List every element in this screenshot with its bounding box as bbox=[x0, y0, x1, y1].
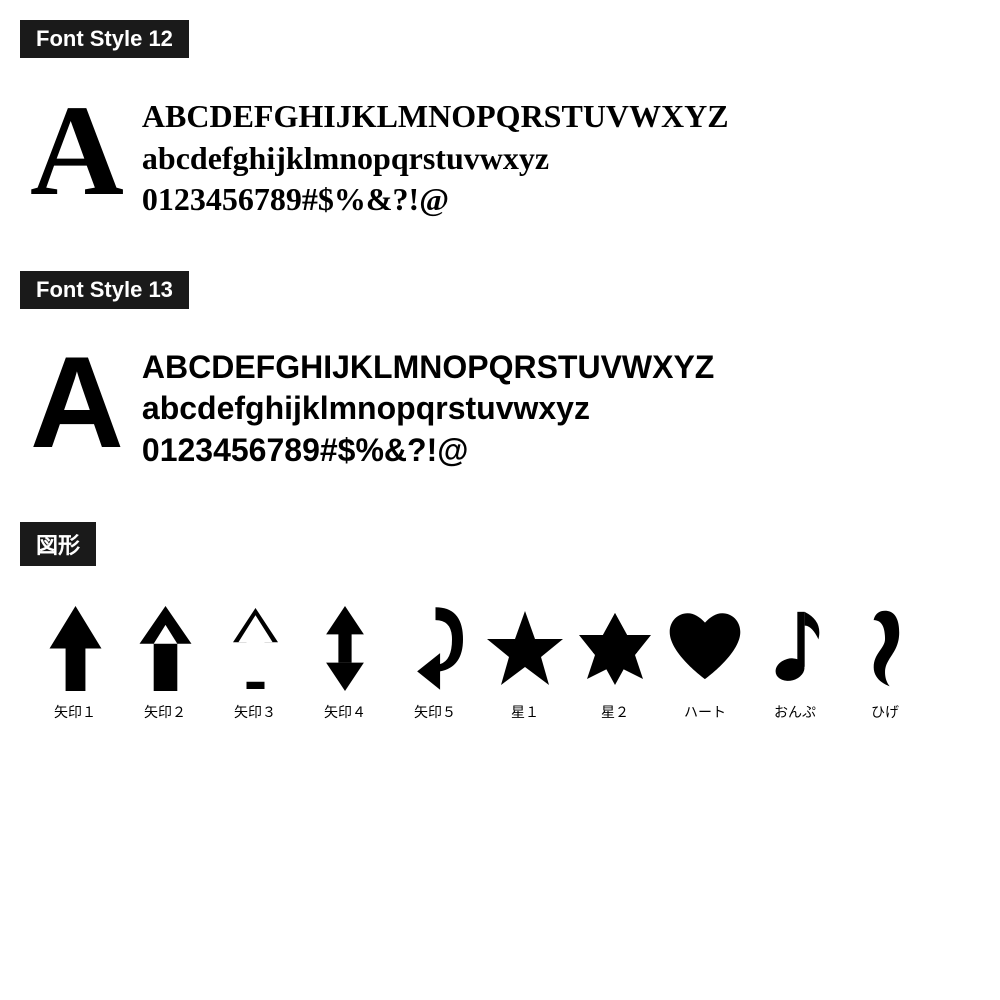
font-style-12-demo: A ABCDEFGHIJKLMNOPQRSTUVWXYZ abcdefghijk… bbox=[20, 76, 980, 241]
font-12-lowercase: abcdefghijklmnopqrstuvwxyz bbox=[142, 138, 729, 180]
heart-icon bbox=[665, 604, 745, 694]
arrow2-label: 矢印２ bbox=[144, 702, 186, 722]
arrow4-icon bbox=[305, 604, 385, 694]
shape-item-mustache: ひげ bbox=[840, 604, 930, 722]
font-style-13-section: Font Style 13 A ABCDEFGHIJKLMNOPQRSTUVWX… bbox=[20, 271, 980, 492]
star1-icon bbox=[485, 604, 565, 694]
font-style-12-section: Font Style 12 A ABCDEFGHIJKLMNOPQRSTUVWX… bbox=[20, 20, 980, 241]
font-12-uppercase: ABCDEFGHIJKLMNOPQRSTUVWXYZ bbox=[142, 96, 729, 138]
font-13-chars: ABCDEFGHIJKLMNOPQRSTUVWXYZ abcdefghijklm… bbox=[142, 337, 714, 472]
arrow4-label: 矢印４ bbox=[324, 702, 366, 722]
shape-item-arrow3: 矢印３ bbox=[210, 604, 300, 722]
font-12-big-letter: A bbox=[30, 86, 124, 216]
arrow1-label: 矢印１ bbox=[54, 702, 96, 722]
music-label: おんぷ bbox=[774, 702, 816, 722]
shapes-grid: 矢印１ 矢印２ 矢印３ bbox=[20, 584, 980, 732]
shape-item-star1: 星１ bbox=[480, 604, 570, 722]
shapes-label: 図形 bbox=[20, 522, 96, 566]
font-12-numbers: 0123456789#$%&?!@ bbox=[142, 179, 729, 221]
font-13-big-letter: A bbox=[30, 337, 124, 467]
font-style-13-label: Font Style 13 bbox=[20, 271, 189, 309]
font-12-chars: ABCDEFGHIJKLMNOPQRSTUVWXYZ abcdefghijklm… bbox=[142, 86, 729, 221]
shape-item-arrow2: 矢印２ bbox=[120, 604, 210, 722]
star2-label: 星２ bbox=[601, 702, 629, 722]
shape-item-arrow5: 矢印５ bbox=[390, 604, 480, 722]
mustache-icon bbox=[845, 604, 925, 694]
shape-item-heart: ハート bbox=[660, 604, 750, 722]
shape-item-arrow1: 矢印１ bbox=[30, 604, 120, 722]
shape-item-arrow4: 矢印４ bbox=[300, 604, 390, 722]
arrow1-icon bbox=[35, 604, 115, 694]
font-style-12-label: Font Style 12 bbox=[20, 20, 189, 58]
arrow5-icon bbox=[395, 604, 475, 694]
shape-item-music: おんぷ bbox=[750, 604, 840, 722]
arrow3-label: 矢印３ bbox=[234, 702, 276, 722]
music-icon bbox=[755, 604, 835, 694]
font-13-lowercase: abcdefghijklmnopqrstuvwxyz bbox=[142, 388, 714, 430]
shapes-section: 図形 矢印１ 矢印２ bbox=[20, 522, 980, 732]
star1-label: 星１ bbox=[511, 702, 539, 722]
font-style-13-demo: A ABCDEFGHIJKLMNOPQRSTUVWXYZ abcdefghijk… bbox=[20, 327, 980, 492]
star2-icon bbox=[575, 604, 655, 694]
mustache-label: ひげ bbox=[871, 702, 899, 722]
arrow2-icon bbox=[125, 604, 205, 694]
font-13-uppercase: ABCDEFGHIJKLMNOPQRSTUVWXYZ bbox=[142, 347, 714, 389]
arrow3-icon bbox=[215, 604, 295, 694]
heart-label: ハート bbox=[684, 702, 726, 722]
shape-item-star2: 星２ bbox=[570, 604, 660, 722]
arrow5-label: 矢印５ bbox=[414, 702, 456, 722]
font-13-numbers: 0123456789#$%&?!@ bbox=[142, 430, 714, 472]
